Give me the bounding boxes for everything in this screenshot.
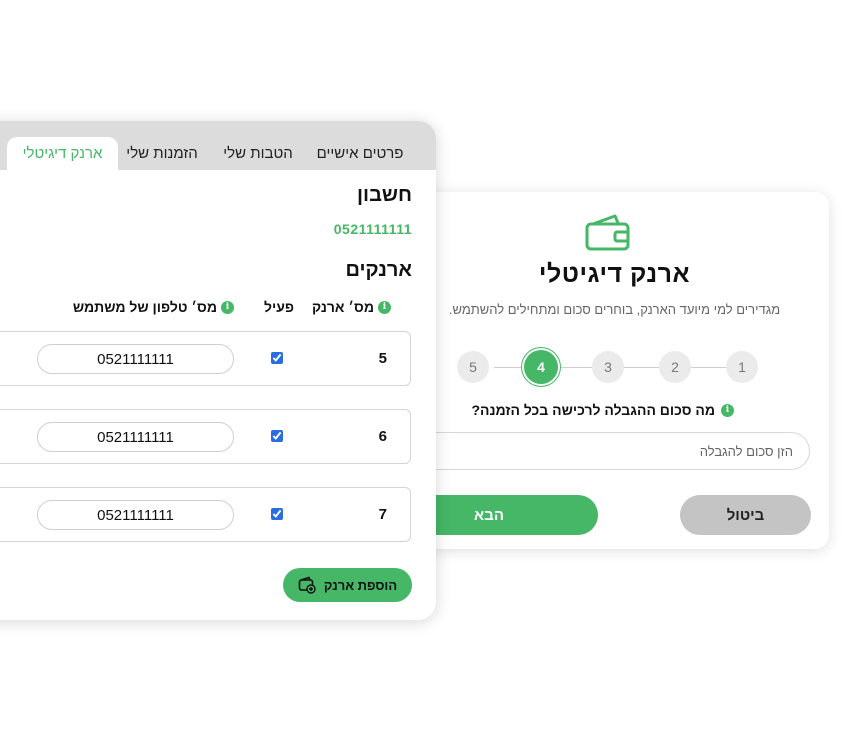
info-icon[interactable]: i (378, 300, 391, 314)
tab-digital-wallet[interactable]: ארנק דיגיטלי (7, 137, 118, 170)
wallet-setup-wizard: ארנק דיגיטלי מגדירים למי מיועד הארנק, בו… (380, 192, 829, 549)
cancel-button[interactable]: ביטול (680, 495, 811, 535)
column-user-phone: i מס׳ טלפון של משתמש (73, 299, 234, 315)
user-phone-field[interactable] (37, 344, 234, 374)
column-active: פעיל (264, 299, 294, 315)
step-5[interactable]: 5 (457, 351, 489, 383)
info-icon[interactable]: i (721, 403, 734, 417)
tab-personal-details[interactable]: פרטים אישיים (312, 137, 408, 170)
column-wallet-number-label: מס׳ ארנק (311, 299, 374, 315)
wallet-plus-icon (298, 576, 316, 594)
user-phone-field[interactable] (37, 500, 234, 530)
wallet-active-checkbox[interactable] (271, 508, 283, 520)
tab-bar: פרטים אישיים הטבות שלי הזמנות שלי ארנק ד… (0, 121, 436, 170)
add-wallet-label: הוספת ארנק (323, 577, 398, 593)
account-number: 0521111111 (333, 221, 412, 237)
wallet-row: 6 (0, 409, 411, 464)
limit-question-text: מה סכום ההגבלה לרכישה בכל הזמנה? (471, 402, 715, 418)
wizard-title: ארנק דיגיטלי (538, 260, 691, 288)
limit-question: i מה סכום ההגבלה לרכישה בכל הזמנה? (471, 402, 734, 418)
wallets-title: ארנקים (345, 259, 412, 281)
tab-my-benefits[interactable]: הטבות שלי (218, 137, 298, 170)
account-title: חשבון (357, 184, 412, 206)
wizard-subtitle: מגדירים למי מיועד הארנק, בוחרים סכום ומת… (448, 302, 781, 317)
column-wallet-number: i מס׳ ארנק (312, 299, 391, 315)
limit-amount-input[interactable] (380, 432, 810, 470)
step-1[interactable]: 1 (726, 351, 758, 383)
wallet-row: 5 (0, 331, 411, 386)
wallet-active-checkbox[interactable] (271, 352, 283, 364)
user-phone-field[interactable] (37, 422, 234, 452)
info-icon[interactable]: i (221, 300, 234, 314)
add-wallet-button[interactable]: הוספת ארנק (283, 568, 412, 602)
column-user-phone-label: מס׳ טלפון של משתמש (72, 299, 217, 315)
wallet-icon (585, 214, 630, 251)
step-4-active[interactable]: 4 (524, 350, 558, 384)
wallet-number: 6 (378, 428, 387, 445)
tab-my-orders[interactable]: הזמנות שלי (118, 137, 206, 170)
step-3[interactable]: 3 (592, 351, 624, 383)
wallet-active-checkbox[interactable] (271, 430, 283, 442)
step-2[interactable]: 2 (659, 351, 691, 383)
column-active-label: פעיל (263, 299, 294, 315)
wallet-number: 5 (378, 350, 387, 367)
wallet-number: 7 (378, 506, 387, 523)
wallets-panel: פרטים אישיים הטבות שלי הזמנות שלי ארנק ד… (0, 121, 436, 620)
wallet-row: 7 (0, 487, 411, 542)
